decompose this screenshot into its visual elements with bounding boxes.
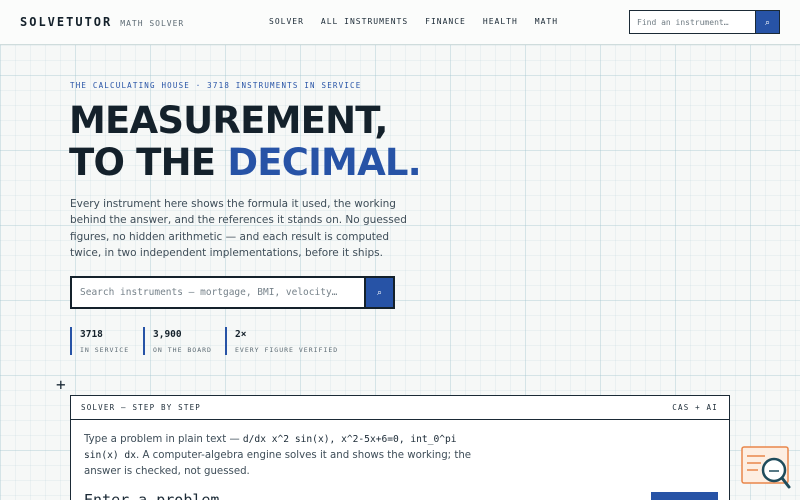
solver-card: SOLVER — STEP BY STEP CAS + AI Type a pr… xyxy=(70,395,730,500)
stat-value: 3,900 xyxy=(153,329,182,340)
nav-finance[interactable]: FINANCE xyxy=(425,17,466,26)
stat-in-service: 3718 IN SERVICE xyxy=(70,327,143,355)
headline-line-2-prefix: TO THE xyxy=(69,141,228,184)
hero-headline: MEASUREMENT, TO THE DECIMAL. xyxy=(69,99,422,184)
brand[interactable]: SOLVETUTOR MATH SOLVER xyxy=(20,15,184,29)
hero-search-button[interactable]: ⌕ xyxy=(364,276,395,309)
solver-tag: CAS + AI xyxy=(672,403,718,412)
search-icon: ⌕ xyxy=(764,16,771,27)
solver-problem-input[interactable]: Enter a problem… xyxy=(84,491,229,500)
nav-solver[interactable]: SOLVER xyxy=(269,17,304,26)
header-search-button[interactable]: ⌕ xyxy=(755,10,780,34)
hero-search-input[interactable] xyxy=(70,276,364,309)
search-icon: ⌕ xyxy=(376,287,383,297)
stat-label: IN SERVICE xyxy=(80,346,130,354)
main-nav: SOLVER ALL INSTRUMENTS FINANCE HEALTH MA… xyxy=(269,17,558,26)
nav-health[interactable]: HEALTH xyxy=(483,17,518,26)
hero-eyebrow: THE CALCULATING HOUSE · 3718 INSTRUMENTS… xyxy=(70,81,362,90)
headline-accent: DECIMAL. xyxy=(227,141,421,184)
brand-name[interactable]: SOLVETUTOR xyxy=(20,15,112,29)
solver-desc-lead: Type a problem in plain text — xyxy=(84,434,243,445)
top-bar: SOLVETUTOR MATH SOLVER SOLVER ALL INSTRU… xyxy=(0,0,800,45)
solver-card-header: SOLVER — STEP BY STEP CAS + AI xyxy=(71,396,729,420)
header-search: ⌕ xyxy=(629,10,780,34)
stat-label: ON THE BOARD xyxy=(153,346,212,354)
chat-search-badge-icon[interactable] xyxy=(741,446,791,490)
hero-intro: Every instrument here shows the formula … xyxy=(70,198,407,259)
hero-search: ⌕ xyxy=(70,276,395,309)
stat-label: EVERY FIGURE VERIFIED xyxy=(235,346,339,354)
stats-row: 3718 IN SERVICE 3,900 ON THE BOARD 2× EV… xyxy=(70,327,339,355)
nav-all-instruments[interactable]: ALL INSTRUMENTS xyxy=(321,17,408,26)
stat-value: 3718 xyxy=(80,329,103,340)
solver-description: Type a problem in plain text — d/dx x^2 … xyxy=(84,432,484,480)
solver-desc-tail: . A computer-algebra engine solves it an… xyxy=(84,450,472,477)
header-search-input[interactable] xyxy=(629,10,755,34)
nav-math[interactable]: MATH xyxy=(535,17,558,26)
stat-value: 2× xyxy=(235,329,247,340)
brand-subtitle: MATH SOLVER xyxy=(120,19,185,28)
headline-line-1: MEASUREMENT, xyxy=(69,99,388,142)
plus-marker-icon: + xyxy=(56,375,66,394)
solve-button[interactable] xyxy=(651,492,718,500)
solver-title: SOLVER — STEP BY STEP xyxy=(81,403,202,412)
stat-verified: 2× EVERY FIGURE VERIFIED xyxy=(225,327,339,355)
stat-on-board: 3,900 ON THE BOARD xyxy=(143,327,225,355)
